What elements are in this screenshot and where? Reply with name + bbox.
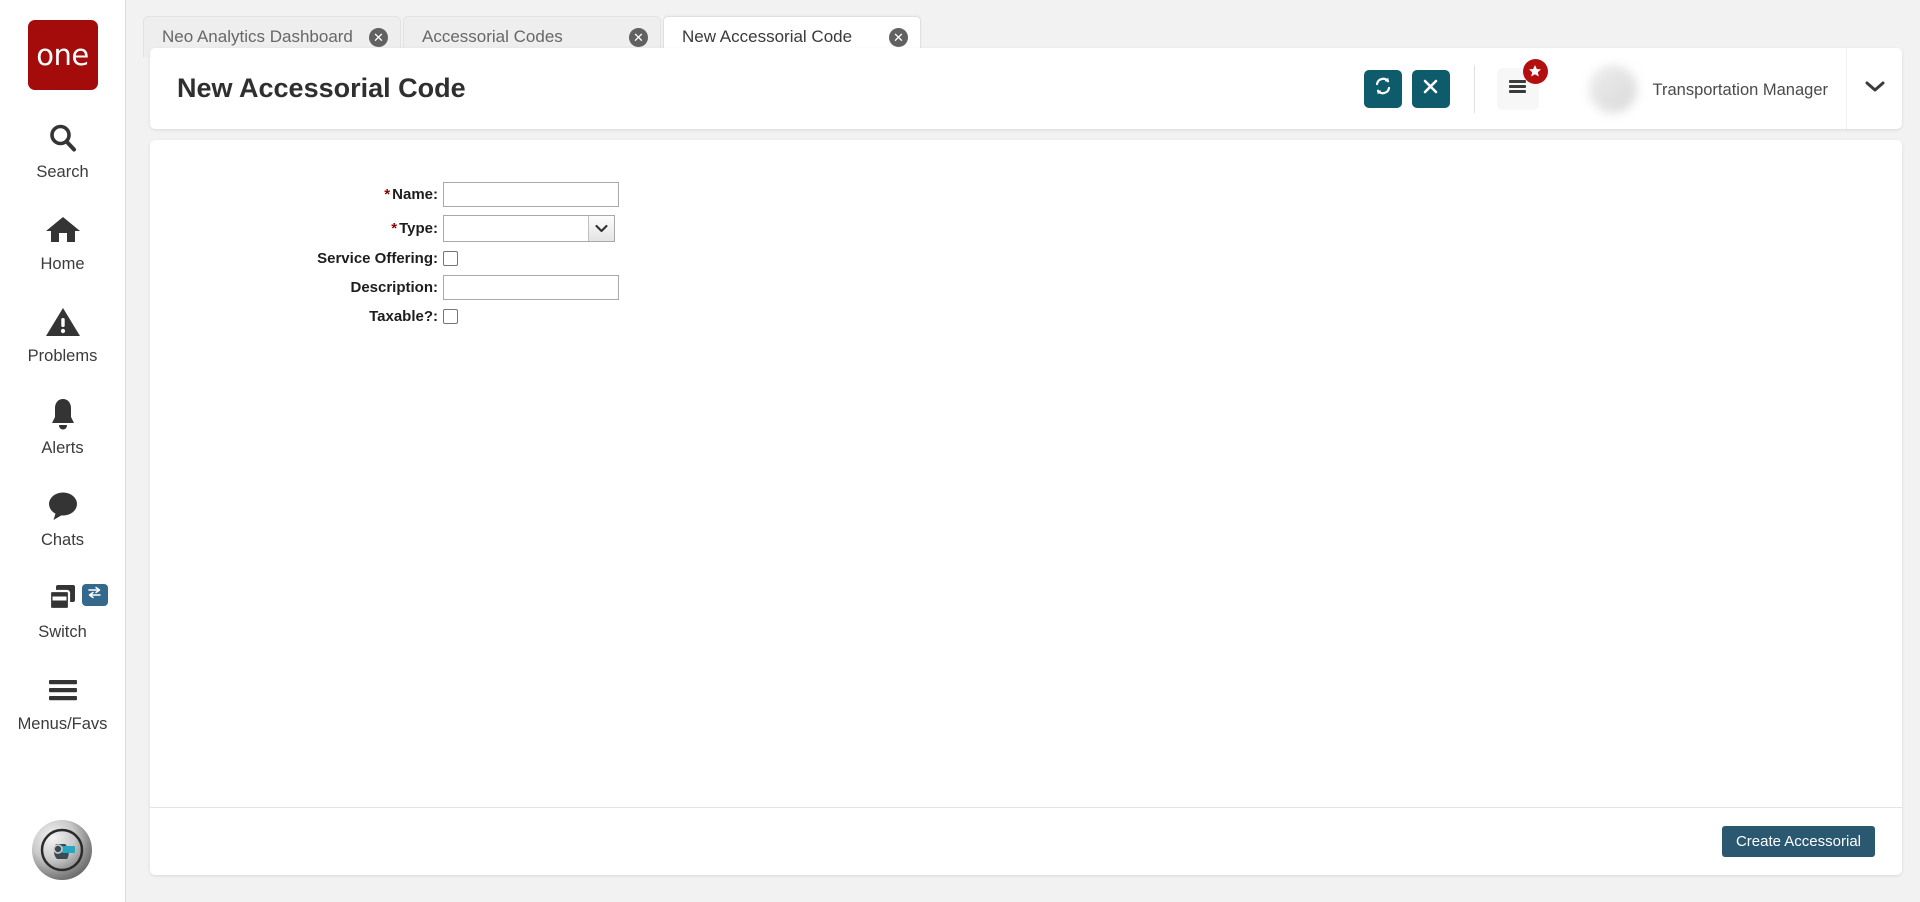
- profile-avatar-icon[interactable]: [32, 820, 92, 880]
- sidebar-item-switch[interactable]: Switch: [0, 578, 126, 642]
- sidebar-item-problems[interactable]: Problems: [0, 302, 126, 366]
- close-circle-icon[interactable]: ✕: [629, 27, 648, 47]
- page-title: New Accessorial Code: [177, 73, 466, 103]
- chat-bubble-icon: [45, 486, 81, 526]
- user-menu-toggle[interactable]: [1846, 48, 1902, 129]
- name-input[interactable]: [443, 182, 619, 207]
- chevron-down-icon[interactable]: [588, 216, 614, 241]
- form-row-type: * Type:: [150, 215, 1902, 242]
- sidebar-item-label: Menus/Favs: [17, 715, 108, 733]
- create-accessorial-button[interactable]: Create Accessorial: [1721, 826, 1875, 857]
- sidebar-item-menus-favs[interactable]: Menus/Favs: [0, 670, 126, 734]
- sidebar-item-label: Alerts: [41, 439, 84, 457]
- refresh-icon: [1373, 76, 1393, 101]
- required-asterisk: *: [391, 220, 398, 237]
- description-label: Description:: [350, 279, 438, 296]
- form-row-description: Description:: [150, 275, 1902, 300]
- left-sidebar: one Search Home Problems Alerts Chats Sw…: [0, 0, 126, 902]
- user-role: Transportation Manager: [1652, 81, 1828, 99]
- service-offering-label: Service Offering:: [317, 250, 438, 267]
- swap-arrows-icon: [87, 586, 102, 604]
- service-offering-checkbox[interactable]: [443, 251, 458, 266]
- warning-triangle-icon: [45, 302, 81, 342]
- type-label-text: Type:: [399, 220, 438, 237]
- tab-label: Accessorial Codes: [422, 27, 563, 46]
- form-row-taxable: Taxable?:: [150, 308, 1902, 325]
- bell-icon: [47, 394, 79, 434]
- tab-label: New Accessorial Code: [682, 27, 853, 46]
- close-circle-icon[interactable]: ✕: [889, 27, 908, 47]
- brand-logo[interactable]: one: [27, 20, 98, 90]
- form-footer: Create Accessorial: [150, 807, 1902, 875]
- close-circle-icon[interactable]: ✕: [369, 27, 388, 47]
- sidebar-item-home[interactable]: Home: [0, 210, 126, 274]
- form-row-service-offering: Service Offering:: [150, 250, 1902, 267]
- sidebar-item-chats[interactable]: Chats: [0, 486, 126, 550]
- page-header-panel: New Accessorial Code Transportation Mana…: [150, 48, 1902, 129]
- type-label: * Type:: [150, 220, 443, 237]
- close-button[interactable]: [1411, 69, 1450, 108]
- name-label: * Name:: [150, 186, 443, 203]
- user-name: [1653, 58, 1828, 78]
- switch-badge-button[interactable]: [81, 584, 108, 606]
- user-organization: [1653, 103, 1828, 119]
- home-icon: [45, 210, 81, 250]
- menus-favorites-button[interactable]: [1496, 58, 1548, 110]
- tab-label: Neo Analytics Dashboard: [162, 27, 353, 46]
- chevron-down-icon: [1865, 80, 1885, 98]
- brand-logo-text: one: [36, 38, 89, 72]
- description-input[interactable]: [443, 275, 619, 300]
- refresh-button[interactable]: [1363, 69, 1402, 108]
- sidebar-item-search[interactable]: Search: [0, 118, 126, 182]
- taxable-checkbox[interactable]: [443, 309, 458, 324]
- sidebar-item-label: Problems: [27, 347, 98, 365]
- header-actions: Transportation Manager: [1363, 48, 1902, 129]
- sidebar-item-label: Home: [40, 255, 85, 273]
- sidebar-item-label: Search: [36, 163, 89, 181]
- required-asterisk: *: [384, 186, 391, 203]
- avatar: [1588, 64, 1637, 113]
- star-icon: [1522, 58, 1548, 84]
- header-divider: [1473, 64, 1475, 113]
- sidebar-item-label: Chats: [40, 531, 85, 549]
- name-label-text: Name:: [392, 186, 438, 203]
- search-icon: [46, 118, 80, 158]
- x-icon: [1422, 78, 1439, 100]
- form-row-name: * Name:: [150, 182, 1902, 207]
- content-panel: * Name: * Type: Service Offering: Descri…: [150, 140, 1902, 875]
- hamburger-icon: [46, 670, 80, 710]
- sidebar-item-label: Switch: [38, 623, 87, 641]
- accessorial-code-form: * Name: * Type: Service Offering: Descri…: [150, 140, 1902, 807]
- taxable-label: Taxable?:: [369, 308, 438, 325]
- sidebar-item-alerts[interactable]: Alerts: [0, 394, 126, 458]
- switch-windows-icon: [46, 578, 80, 618]
- hamburger-icon: [1507, 77, 1529, 100]
- user-profile[interactable]: Transportation Manager: [1588, 58, 1828, 119]
- type-select[interactable]: [443, 215, 615, 242]
